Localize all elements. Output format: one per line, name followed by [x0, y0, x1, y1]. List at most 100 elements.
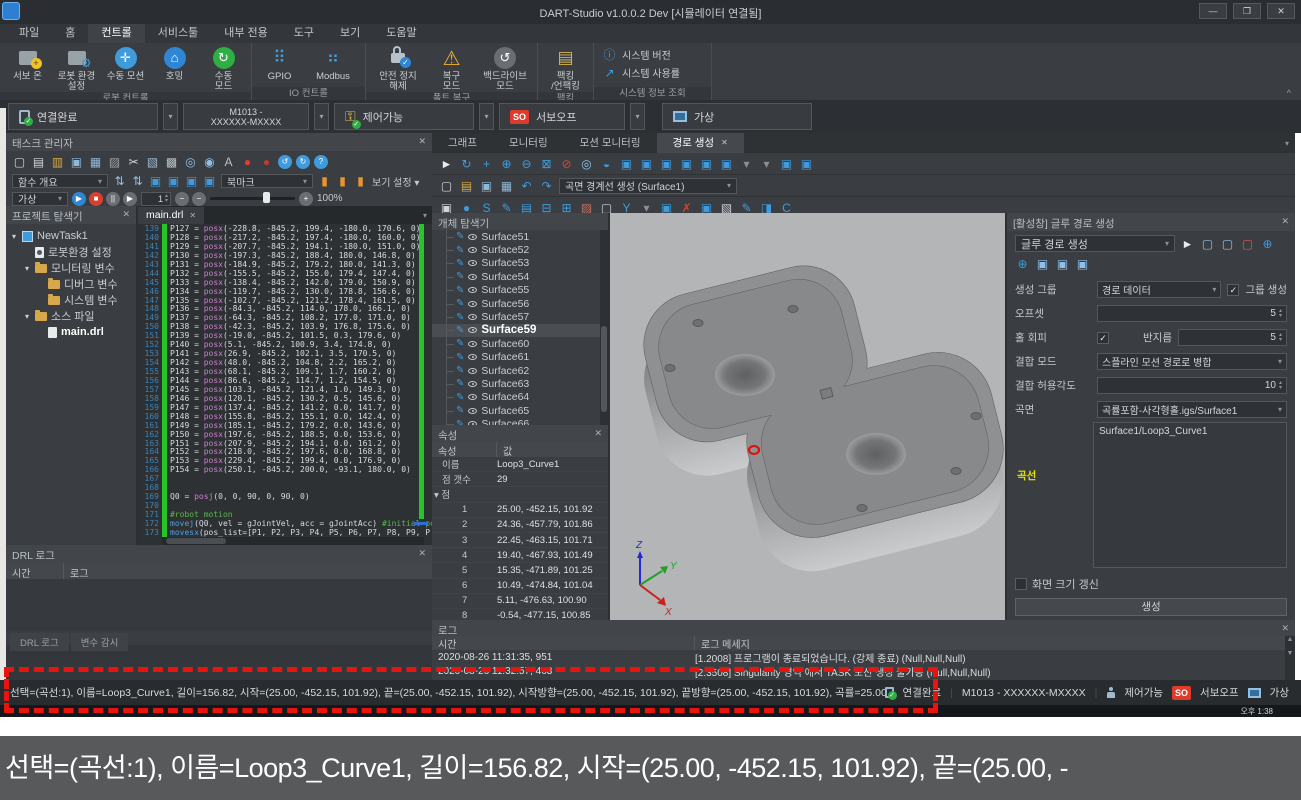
code-line[interactable]: 167: [138, 474, 432, 483]
hide-object-icon[interactable]: ⊘: [559, 156, 574, 171]
undo-icon[interactable]: ↶: [519, 178, 534, 193]
menu-home[interactable]: 홈: [52, 24, 88, 43]
code-line[interactable]: 166P154 = posx(250.1, -845.2, 200.0, -93…: [138, 465, 432, 474]
view-bottom-menu-icon[interactable]: ▾: [739, 156, 754, 171]
surface-item-Surface63[interactable]: ✎Surface63: [432, 377, 608, 390]
view-iso-icon[interactable]: ▣: [619, 156, 634, 171]
speed-slider-handle[interactable]: [263, 192, 270, 203]
remove-path-icon[interactable]: ▢: [1220, 236, 1235, 251]
tree-item-main.drl[interactable]: main.drl: [8, 324, 134, 340]
property-row[interactable]: 610.49, -474.84, 101.04: [432, 579, 608, 594]
code-line[interactable]: 163P151 = posx(207.9, -845.2, 194.1, 0.0…: [138, 439, 432, 448]
new-file-menu-icon[interactable]: ▤: [31, 154, 46, 169]
code-line[interactable]: 152P140 = posx(5.1, -845.2, 100.9, 3.4, …: [138, 340, 432, 349]
code-line[interactable]: 170: [138, 501, 432, 510]
add-system-var-icon[interactable]: ▣: [166, 174, 181, 189]
menu-help[interactable]: 도움말: [373, 24, 429, 43]
window-large-icon[interactable]: ▣: [1035, 256, 1050, 271]
ribbon-collapse-icon[interactable]: ^: [1287, 88, 1291, 98]
safety-stop-release-button[interactable]: ✓ 안전 정지 해제: [370, 46, 426, 92]
tab-monitoring[interactable]: 모니터링: [493, 133, 564, 153]
visibility-eye-icon[interactable]: [468, 287, 477, 293]
code-lines[interactable]: 139P127 = posx(-228.8, -845.2, 199.4, -1…: [138, 224, 432, 537]
close-icon[interactable]: ✕: [1281, 623, 1289, 634]
close-icon[interactable]: ✕: [418, 548, 426, 559]
surface-item-Surface61[interactable]: ✎Surface61: [432, 351, 608, 364]
replace-icon[interactable]: ◉: [202, 154, 217, 169]
code-line[interactable]: 173movesx(pos_list=[P1, P2, P3, P4, P5, …: [138, 528, 432, 537]
connection-dropdown[interactable]: ▾: [163, 103, 178, 130]
code-line[interactable]: 157P145 = posx(103.3, -845.2, 121.4, 1.0…: [138, 385, 432, 394]
view-front-icon[interactable]: ▣: [639, 156, 654, 171]
bookmark-next-icon[interactable]: ▮: [353, 174, 368, 189]
surface-item-Surface57[interactable]: ✎Surface57: [432, 310, 608, 323]
tab-list-dropdown-icon[interactable]: ▾: [1285, 139, 1289, 148]
font-size-icon[interactable]: A: [221, 154, 236, 169]
object-explorer-scrollbar[interactable]: [600, 230, 608, 425]
robot-model-dropdown[interactable]: ▾: [314, 103, 329, 130]
tab-motion-monitoring[interactable]: 모션 모니터링: [564, 133, 657, 153]
save-icon[interactable]: ▣: [479, 178, 494, 193]
merge-mode-dropdown[interactable]: 스플라인 모션 경로로 병합▾: [1097, 353, 1287, 370]
surface-item-Surface65[interactable]: ✎Surface65: [432, 404, 608, 417]
homing-button[interactable]: ⌂ 호밍: [151, 46, 198, 82]
close-icon[interactable]: ✕: [122, 209, 130, 220]
property-row[interactable]: 75.11, -476.63, 100.90: [432, 594, 608, 609]
code-line[interactable]: 140P128 = posx(-217.2, -845.2, 197.4, -1…: [138, 233, 432, 242]
property-row[interactable]: 515.35, -471.89, 101.25: [432, 563, 608, 578]
visibility-eye-icon[interactable]: [468, 247, 477, 253]
servo-dropdown[interactable]: ▾: [630, 103, 645, 130]
transparency-icon[interactable]: ◒: [599, 156, 614, 171]
property-row[interactable]: 322.45, -463.15, 101.71: [432, 533, 608, 548]
recovery-mode-button[interactable]: ⚠ 복구 모드: [428, 46, 475, 92]
manual-mode-button[interactable]: ↻ 수동 모드: [200, 46, 247, 92]
group-dropdown[interactable]: 경로 데이터▾: [1097, 281, 1221, 298]
print-icon[interactable]: ▨: [107, 154, 122, 169]
surface-item-Surface60[interactable]: ✎Surface60: [432, 337, 608, 350]
delete-path-icon[interactable]: ▢: [1240, 236, 1255, 251]
log-row[interactable]: 2020-08-26 11:31:35, 951[1.2008] 프로그램이 종…: [432, 650, 1295, 664]
close-icon[interactable]: ✕: [594, 428, 602, 439]
rotate-view-icon[interactable]: ↻: [459, 156, 474, 171]
surface-item-Surface59[interactable]: ✎Surface59: [432, 324, 608, 337]
cut-icon[interactable]: ✂: [126, 154, 141, 169]
pick-cursor-icon[interactable]: ►: [1180, 236, 1195, 251]
menu-tools[interactable]: 도구: [281, 24, 327, 43]
visibility-eye-icon[interactable]: [468, 314, 477, 320]
visibility-eye-icon[interactable]: [468, 327, 477, 333]
log-scrollbar[interactable]: ▲▼: [1285, 636, 1295, 680]
function-overview-dropdown[interactable]: 함수 개요▾: [12, 174, 108, 188]
select-icon[interactable]: ►: [439, 156, 454, 171]
surface-item-Surface53[interactable]: ✎Surface53: [432, 257, 608, 270]
robot-config-button[interactable]: ⚙ 로봇 환경 설정: [53, 46, 100, 92]
tree-item-모니터링 변수[interactable]: ▾모니터링 변수: [8, 260, 134, 276]
pan-icon[interactable]: +: [479, 156, 494, 171]
menu-service-tool[interactable]: 서비스툴: [145, 24, 211, 43]
system-usage-button[interactable]: ↗ 시스템 사용률: [602, 65, 703, 80]
view-back-icon[interactable]: ▣: [659, 156, 674, 171]
view-rotate-menu-icon[interactable]: ▾: [759, 156, 774, 171]
code-line[interactable]: 164P152 = posx(218.0, -845.2, 197.6, 0.0…: [138, 447, 432, 456]
surface-dropdown[interactable]: 곡률포함-사각형홀.igs/Surface1▾: [1097, 401, 1287, 418]
close-icon[interactable]: ✕: [418, 136, 426, 147]
sort-desc-icon[interactable]: ⇅: [130, 174, 145, 189]
visibility-eye-icon[interactable]: [468, 354, 477, 360]
sort-asc-icon[interactable]: ⇅: [112, 174, 127, 189]
code-line[interactable]: 160P148 = posx(155.8, -845.2, 155.1, 0.0…: [138, 412, 432, 421]
tab-graph[interactable]: 그래프: [432, 133, 493, 153]
path-type-dropdown[interactable]: 글루 경로 생성▾: [1015, 235, 1175, 252]
code-line[interactable]: 154P142 = posx(48.0, -845.2, 104.8, 2.2,…: [138, 358, 432, 367]
save-icon[interactable]: ▣: [69, 154, 84, 169]
code-line[interactable]: 150P138 = posx(-42.3, -845.2, 103.9, 176…: [138, 322, 432, 331]
speed-minus-icon[interactable]: −: [192, 192, 206, 206]
open-icon[interactable]: ▤: [459, 178, 474, 193]
save-as-icon[interactable]: ▦: [499, 178, 514, 193]
refresh-view-checkbox[interactable]: [1015, 578, 1027, 590]
visibility-eye-icon[interactable]: [468, 381, 477, 387]
view-right-icon[interactable]: ▣: [699, 156, 714, 171]
view-top-icon[interactable]: ▣: [719, 156, 734, 171]
menu-control[interactable]: 컨트롤: [88, 24, 144, 43]
surface-item-Surface62[interactable]: ✎Surface62: [432, 364, 608, 377]
code-line[interactable]: 171#robot motion: [138, 510, 432, 519]
window-wide-icon[interactable]: ▣: [1075, 256, 1090, 271]
